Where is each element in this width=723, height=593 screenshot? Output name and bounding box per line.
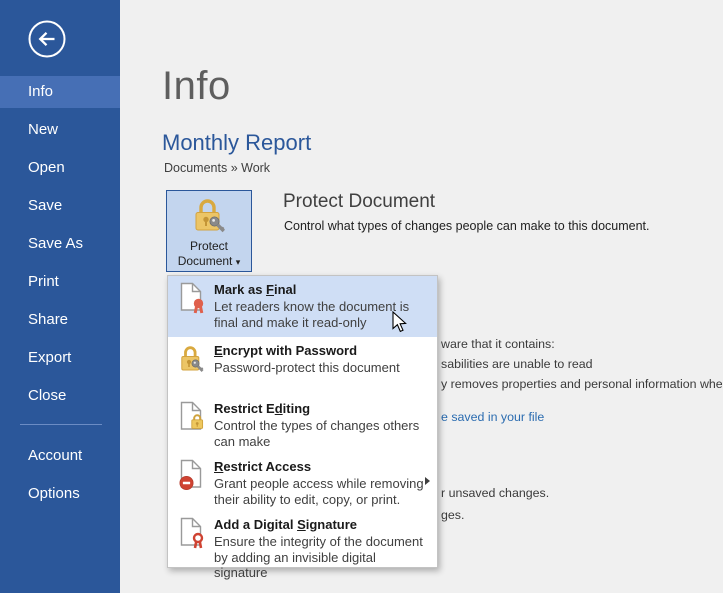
- page-title: Info: [162, 64, 231, 109]
- protect-document-button[interactable]: Protect Document ▾: [166, 190, 252, 272]
- sidebar-item-print[interactable]: Print: [0, 266, 120, 298]
- document-with-seal-outline-icon: [178, 517, 205, 550]
- menu-item-title: Encrypt with Password: [214, 343, 429, 358]
- menu-item-add-digital-signature[interactable]: Add a Digital Signature Ensure the integ…: [168, 511, 437, 569]
- document-with-no-entry-icon: [178, 459, 205, 492]
- menu-item-title: Mark as Final: [214, 282, 429, 297]
- sidebar-item-close[interactable]: Close: [0, 380, 120, 412]
- protect-button-label-line1: Protect: [167, 239, 251, 254]
- back-arrow-icon: [27, 19, 67, 59]
- background-text-fragment: ges.: [441, 508, 722, 522]
- menu-item-description: Control the types of changes others can …: [214, 418, 429, 449]
- menu-item-description: Let readers know the document is final a…: [214, 299, 429, 330]
- background-text-fragment: ware that it contains:: [441, 337, 722, 351]
- menu-item-description: Grant people access while removing their…: [214, 476, 429, 507]
- sidebar-item-save-as[interactable]: Save As: [0, 228, 120, 260]
- protect-section-heading: Protect Document: [283, 191, 435, 213]
- padlock-with-key-icon: [189, 196, 229, 234]
- document-with-padlock-icon: [178, 401, 205, 434]
- menu-item-title: Add a Digital Signature: [214, 517, 429, 532]
- background-text-fragment: y removes properties and personal inform…: [441, 377, 722, 391]
- background-text-fragment: r unsaved changes.: [441, 486, 722, 500]
- sidebar-item-account[interactable]: Account: [0, 440, 120, 472]
- protect-button-label-line2: Document: [178, 254, 233, 268]
- sidebar-item-save[interactable]: Save: [0, 190, 120, 222]
- breadcrumb: Documents » Work: [164, 161, 270, 175]
- protect-section-description: Control what types of changes people can…: [284, 219, 650, 233]
- sidebar-item-share[interactable]: Share: [0, 304, 120, 336]
- menu-item-restrict-editing[interactable]: Restrict Editing Control the types of ch…: [168, 395, 437, 453]
- dropdown-caret-icon: ▾: [236, 257, 241, 267]
- sidebar-item-open[interactable]: Open: [0, 152, 120, 184]
- word-backstage-info-view: Info New Open Save Save As Print Share E…: [0, 0, 723, 593]
- menu-item-restrict-access[interactable]: Restrict Access Grant people access whil…: [168, 453, 437, 511]
- document-title: Monthly Report: [162, 130, 311, 156]
- backstage-sidebar: Info New Open Save Save As Print Share E…: [0, 0, 120, 593]
- menu-item-title: Restrict Access: [214, 459, 429, 474]
- sidebar-divider: [20, 424, 102, 425]
- menu-item-description: Ensure the integrity of the document by …: [214, 534, 429, 581]
- sidebar-item-options[interactable]: Options: [0, 478, 120, 510]
- sidebar-item-export[interactable]: Export: [0, 342, 120, 374]
- sidebar-item-new[interactable]: New: [0, 114, 120, 146]
- back-button[interactable]: [27, 19, 67, 59]
- menu-item-title: Restrict Editing: [214, 401, 429, 416]
- menu-item-encrypt-with-password[interactable]: Encrypt with Password Password-protect t…: [168, 337, 437, 395]
- padlock-with-key-icon: [178, 343, 205, 375]
- sidebar-item-info[interactable]: Info: [0, 76, 120, 108]
- allow-info-saved-link[interactable]: e saved in your file: [441, 410, 722, 424]
- menu-item-mark-as-final[interactable]: Mark as Final Let readers know the docum…: [168, 276, 437, 337]
- protect-document-dropdown: Mark as Final Let readers know the docum…: [167, 275, 438, 568]
- submenu-arrow-icon: [425, 477, 430, 485]
- background-text-fragment: sabilities are unable to read: [441, 357, 722, 371]
- document-with-red-seal-icon: [178, 282, 205, 315]
- menu-item-description: Password-protect this document: [214, 360, 429, 376]
